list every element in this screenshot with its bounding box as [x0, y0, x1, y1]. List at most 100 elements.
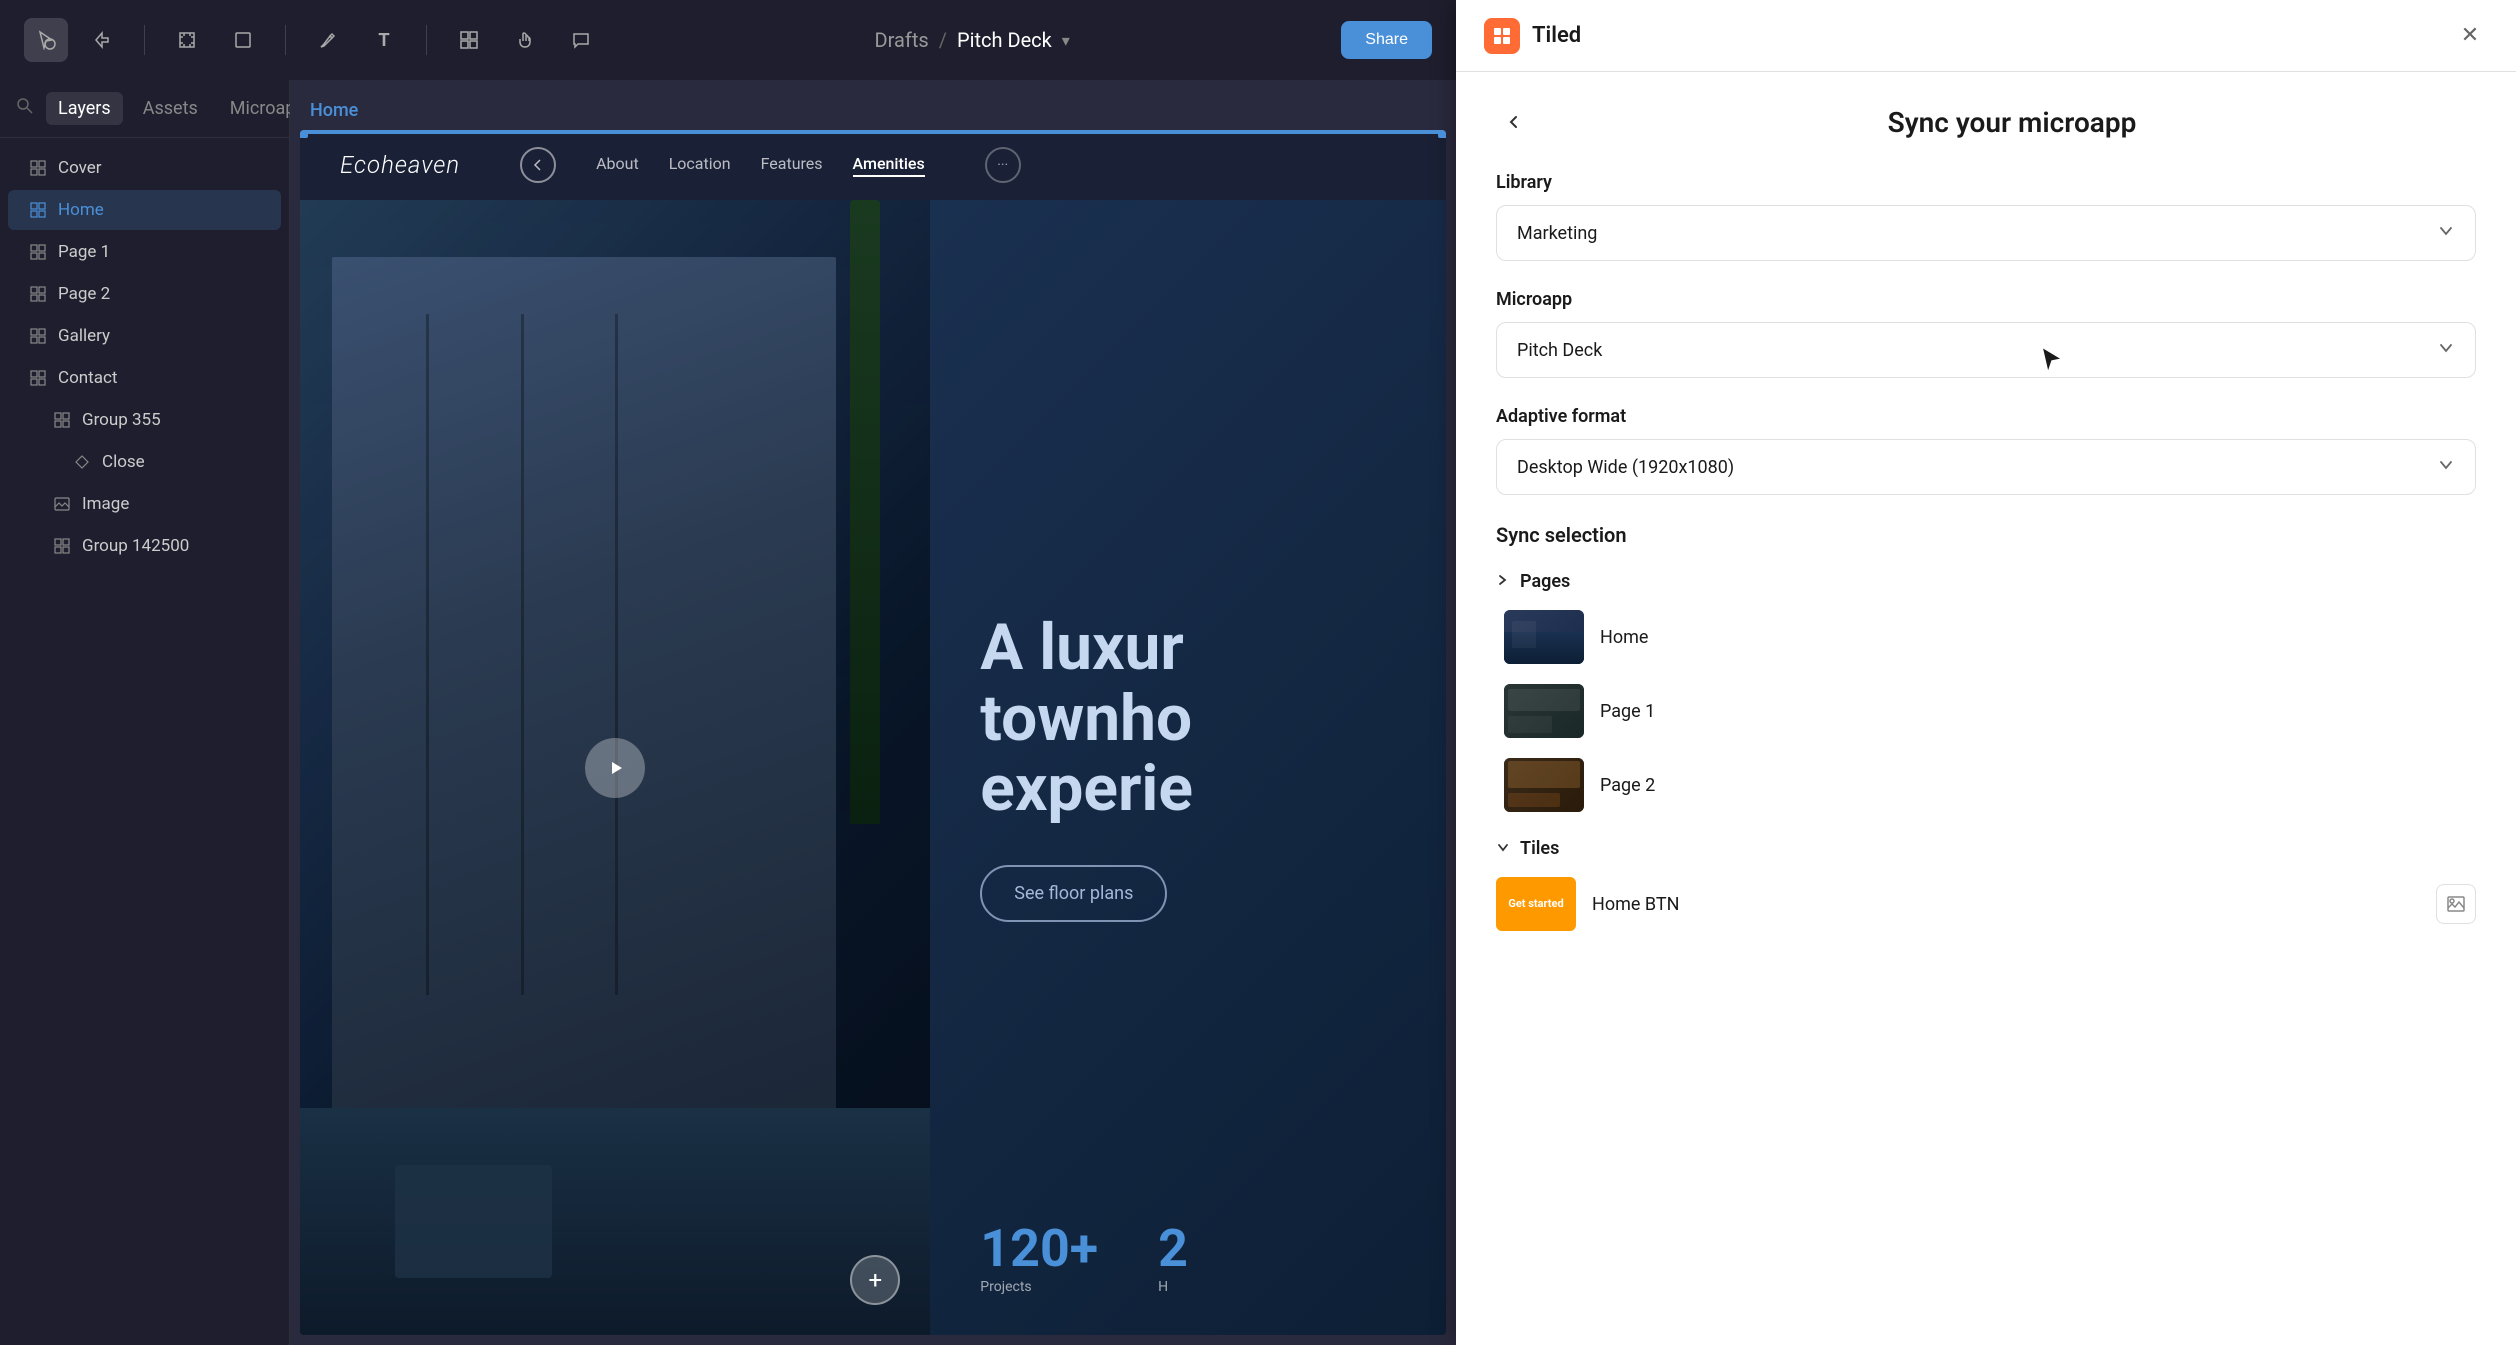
layer-label-cover: Cover — [58, 158, 102, 178]
frame-tool-btn[interactable] — [165, 18, 209, 62]
layer-label-contact: Contact — [58, 368, 117, 388]
canvas-frame-label: Home — [310, 100, 358, 121]
main-content: Layers Assets Microap... ⋯ ▾ Cover — [0, 80, 1456, 1345]
nav-more-icon[interactable]: ··· — [985, 147, 1021, 183]
pages-collapse-header[interactable]: Pages — [1496, 563, 2476, 600]
microapp-dropdown[interactable]: Pitch Deck — [1496, 322, 2476, 378]
layer-label-group142500: Group 142500 — [82, 536, 189, 556]
tiled-logo — [1484, 18, 1520, 54]
comment-tool-btn[interactable] — [559, 18, 603, 62]
search-icon[interactable] — [16, 97, 34, 120]
hero-image: + — [300, 200, 930, 1335]
add-button[interactable]: + — [850, 1255, 900, 1305]
page-thumb-home — [1504, 610, 1584, 664]
layer-item-page2[interactable]: Page 2 — [8, 274, 281, 314]
nav-back-arrow[interactable] — [520, 147, 556, 183]
website-hero: + A luxur townho experie See floor plans — [300, 200, 1446, 1335]
sync-panel-title: Sync your microapp — [1548, 106, 2476, 139]
stat-num-projects: 120+ — [980, 1218, 1098, 1279]
select-tool-btn[interactable] — [24, 18, 68, 62]
tile-name-home-btn: Home BTN — [1592, 894, 2420, 915]
page-item-page1[interactable]: Page 1 — [1504, 674, 2476, 748]
layer-icon-page1 — [28, 242, 48, 262]
layer-item-group142500[interactable]: Group 142500 — [8, 526, 281, 566]
frame-corner-tr[interactable] — [1438, 130, 1446, 138]
layer-label-page2: Page 2 — [58, 284, 110, 304]
adaptive-section: Adaptive format Desktop Wide (1920x1080) — [1496, 406, 2476, 495]
hero-text-area: A luxur townho experie See floor plans 1… — [930, 200, 1446, 1335]
layer-label-group355: Group 355 — [82, 410, 161, 430]
breadcrumb-separator: / — [939, 28, 947, 52]
sync-selection-section: Sync selection Pages — [1496, 523, 2476, 941]
toolbar-sep-1 — [144, 25, 145, 55]
facade-line-3 — [615, 314, 618, 995]
nav-location[interactable]: Location — [669, 154, 731, 177]
close-panel-button[interactable]: ✕ — [2452, 18, 2488, 54]
palm-trunk — [850, 200, 880, 824]
layer-item-home[interactable]: Home — [8, 190, 281, 230]
layer-item-page1[interactable]: Page 1 — [8, 232, 281, 272]
tiles-label: Tiles — [1520, 838, 1559, 859]
nav-about[interactable]: About — [596, 154, 639, 177]
layer-item-contact[interactable]: Contact — [8, 358, 281, 398]
shape-tool-btn[interactable] — [221, 18, 265, 62]
stat-num-other: 2 — [1158, 1218, 1188, 1279]
layer-icon-page2 — [28, 284, 48, 304]
tool-group-left — [24, 18, 124, 62]
microapp-value: Pitch Deck — [1517, 340, 1602, 361]
tile-item-home-btn[interactable]: Get started Home BTN — [1496, 867, 2476, 941]
library-dropdown[interactable]: Marketing — [1496, 205, 2476, 261]
layer-icon-cover — [28, 158, 48, 178]
facade-line-1 — [426, 314, 429, 995]
layer-item-image[interactable]: Image — [8, 484, 281, 524]
toolbar-right: Share — [1341, 21, 1432, 59]
tiled-body: Sync your microapp Library Marketing Mic… — [1456, 72, 2516, 1345]
library-chevron-icon — [2437, 222, 2455, 245]
hand-tool-btn[interactable] — [503, 18, 547, 62]
breadcrumb: Drafts / Pitch Deck ▾ — [623, 28, 1321, 52]
breadcrumb-drafts[interactable]: Drafts — [874, 28, 928, 52]
layer-icon-contact — [28, 368, 48, 388]
tool-group-frame — [165, 18, 265, 62]
adaptive-value: Desktop Wide (1920x1080) — [1517, 457, 1734, 478]
tiled-panel: Tiled ✕ Sync your microapp Library Marke… — [1456, 0, 2516, 1345]
building-facade — [332, 257, 836, 1165]
layer-item-close[interactable]: Close — [8, 442, 281, 482]
layer-item-cover[interactable]: Cover — [8, 148, 281, 188]
component-tool-btn[interactable] — [447, 18, 491, 62]
microapp-section: Microapp Pitch Deck — [1496, 289, 2476, 378]
tile-image-icon[interactable] — [2436, 884, 2476, 924]
text-tool-btn[interactable]: T — [362, 18, 406, 62]
adaptive-dropdown[interactable]: Desktop Wide (1920x1080) — [1496, 439, 2476, 495]
adaptive-chevron-icon — [2437, 456, 2455, 479]
layer-icon-close — [72, 452, 92, 472]
tool-group-misc — [447, 18, 603, 62]
sidebar-tabs: Layers Assets Microap... ⋯ ▾ — [0, 80, 289, 138]
back-button[interactable] — [1496, 104, 1532, 140]
move-tool-btn[interactable] — [80, 18, 124, 62]
breadcrumb-current: Pitch Deck — [957, 28, 1052, 52]
share-button[interactable]: Share — [1341, 21, 1432, 59]
layer-item-gallery[interactable]: Gallery — [8, 316, 281, 356]
microapp-chevron-icon — [2437, 339, 2455, 362]
tab-layers[interactable]: Layers — [46, 92, 123, 125]
play-button[interactable] — [585, 738, 645, 798]
layer-label-gallery: Gallery — [58, 326, 110, 346]
tiles-chevron-icon — [1496, 839, 1510, 858]
breadcrumb-dropdown-arrow[interactable]: ▾ — [1062, 31, 1070, 50]
nav-features[interactable]: Features — [761, 154, 823, 177]
tab-assets[interactable]: Assets — [131, 92, 210, 125]
toolbar-sep-2 — [285, 25, 286, 55]
page-item-home[interactable]: Home — [1504, 600, 2476, 674]
hero-cta-button[interactable]: See floor plans — [980, 865, 1167, 922]
layer-icon-gallery — [28, 326, 48, 346]
nav-amenities[interactable]: Amenities — [853, 154, 925, 177]
pen-tool-btn[interactable] — [306, 18, 350, 62]
canvas-frame: Ecoheaven About Location Features Amenit… — [300, 130, 1446, 1335]
page-item-page2[interactable]: Page 2 — [1504, 748, 2476, 822]
tiles-collapse-header[interactable]: Tiles — [1496, 830, 2476, 867]
layer-item-group355[interactable]: Group 355 — [8, 400, 281, 440]
library-value: Marketing — [1517, 223, 1597, 244]
frame-corner-tl[interactable] — [300, 130, 308, 138]
stat-projects: 120+ Projects — [980, 1218, 1098, 1295]
